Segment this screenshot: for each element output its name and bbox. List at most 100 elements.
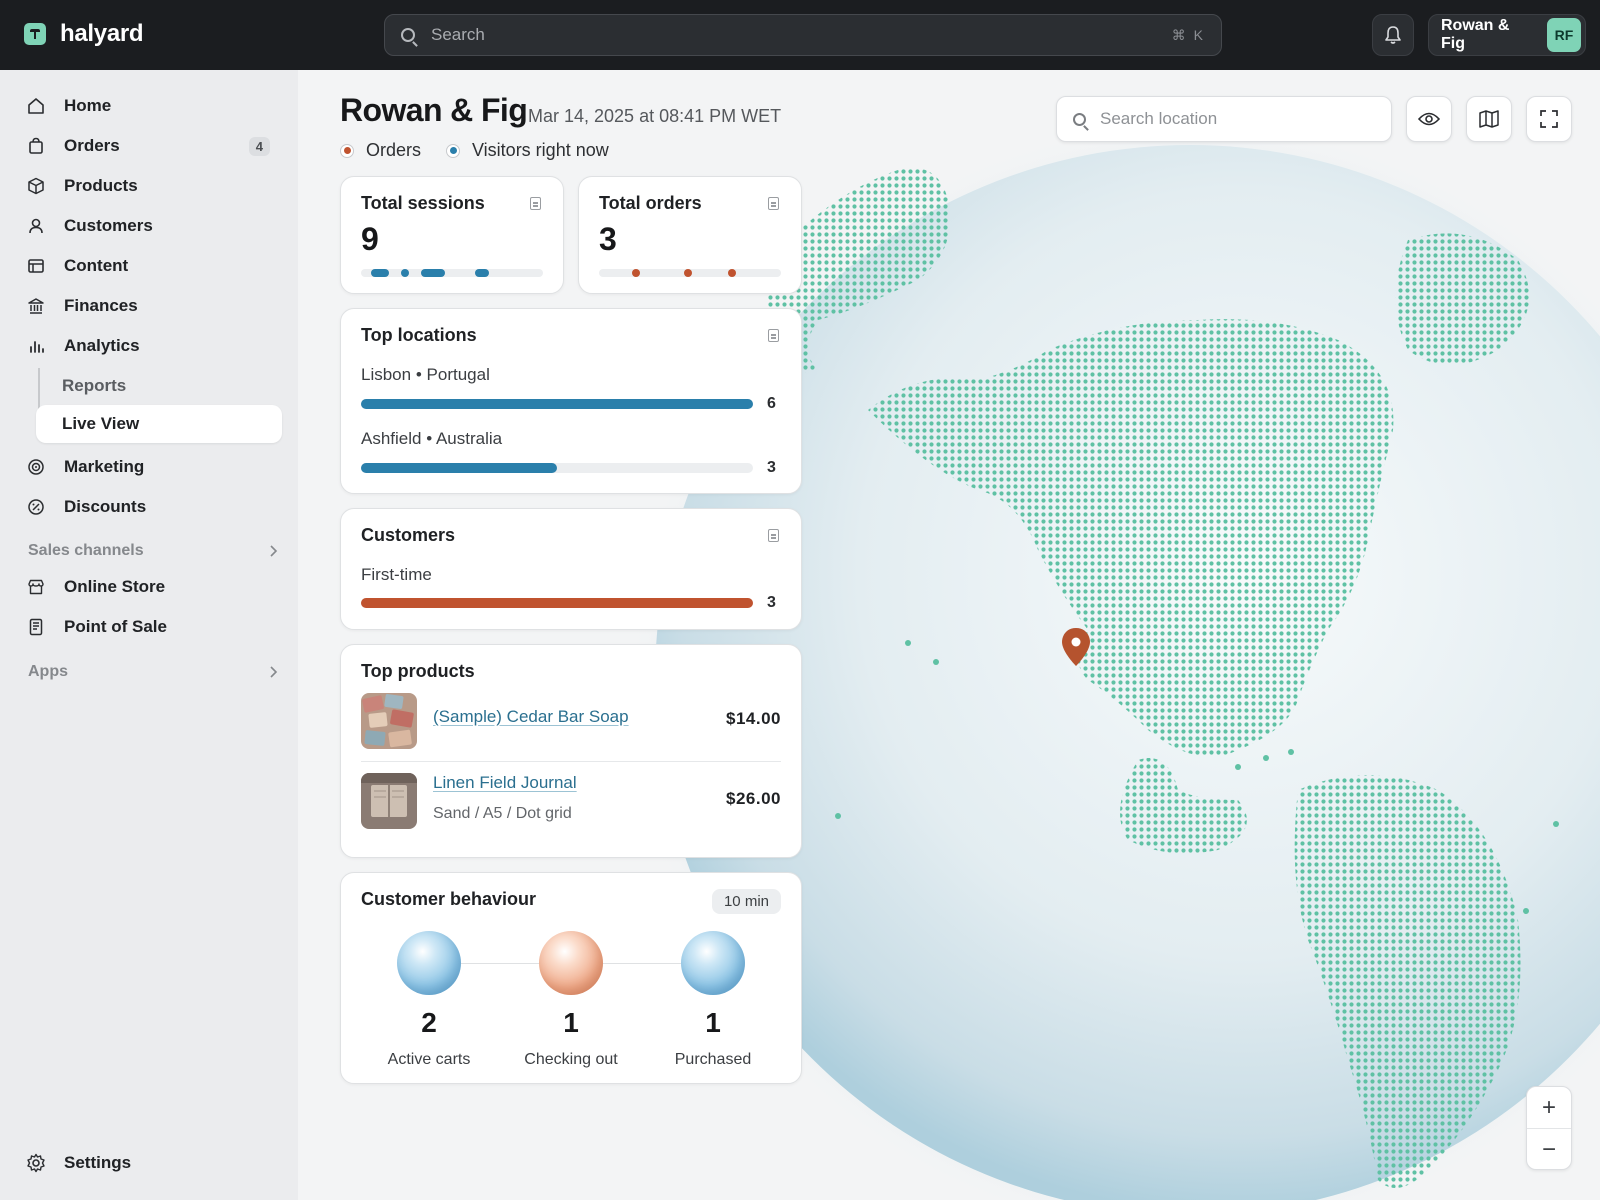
legend-orders[interactable]: Orders [340,140,421,161]
sidebar-item-analytics[interactable]: Analytics [26,327,282,365]
global-search-input[interactable]: Search ⌘ K [384,14,1222,56]
location-bar-fill [361,463,557,473]
total-sessions-card[interactable]: Total sessions 9 [340,176,564,294]
report-icon[interactable] [768,529,779,542]
location-label: Ashfield • Australia [361,429,503,448]
sidebar-item-label: Discounts [64,497,147,516]
location-search-input[interactable]: Search location [1056,96,1392,142]
product-row[interactable]: (Sample) Cedar Bar Soap $14.00 [361,687,781,757]
app-logo[interactable]: halyard [24,20,144,48]
product-variant: Sand / A5 / Dot grid [433,805,572,822]
apps-toggle[interactable]: Apps [28,663,278,681]
bar-chart-icon [26,336,46,356]
purchased-label: Purchased [674,1051,752,1068]
sparkline-mark [728,269,736,277]
sidebar-item-reports[interactable]: Reports [36,367,282,405]
location-bar-fill [361,399,753,409]
zoom-controls: + − [1526,1086,1572,1170]
zoom-out-button[interactable]: − [1527,1129,1571,1171]
time-window-badge[interactable]: 10 min [711,889,781,914]
bank-icon [26,296,46,316]
sidebar-item-label: Home [64,96,112,115]
sidebar-item-orders[interactable]: Orders 4 [26,127,282,165]
search-placeholder: Search [431,25,485,44]
sessions-sparkline [361,269,543,277]
notifications-button[interactable] [1372,14,1414,56]
product-thumbnail [361,693,417,749]
gear-icon [26,1153,46,1173]
sidebar-item-label: Content [64,256,129,275]
sidebar-item-label: Analytics [64,336,140,355]
total-orders-value: 3 [599,221,617,257]
card-title: Top locations [361,325,477,345]
home-icon [26,96,46,116]
chevron-right-icon [270,666,278,678]
orders-count-badge: 4 [248,136,270,156]
report-icon[interactable] [768,197,779,210]
total-sessions-value: 9 [361,221,379,257]
app-name: halyard [60,20,144,47]
customer-behaviour-card: Customer behaviour 10 min 2 1 1 Active c… [340,872,802,1084]
location-bar [361,399,753,409]
page-date: Mar 14, 2025 at 08:41 PM WET [528,106,782,126]
sidebar-item-products[interactable]: Products [26,167,282,205]
toggle-visibility-button[interactable] [1406,96,1452,142]
sidebar-item-marketing[interactable]: Marketing [26,448,282,486]
card-title: Total sessions [361,193,485,213]
purchased-value: 1 [705,1007,721,1038]
sidebar-item-live-view[interactable]: Live View [36,405,282,443]
logo-icon [24,23,46,45]
sparkline-mark [475,269,489,277]
active-carts-orb [397,931,461,995]
sidebar-item-settings[interactable]: Settings [26,1144,282,1182]
sidebar-item-online-store[interactable]: Online Store [26,568,282,606]
sparkline-mark [401,269,409,277]
sidebar-item-label: Finances [64,296,138,315]
active-carts-value: 2 [421,1007,437,1038]
sidebar-item-home[interactable]: Home [26,87,282,125]
customer-type-label: First-time [361,565,432,584]
sparkline-mark [684,269,692,277]
total-orders-card[interactable]: Total orders 3 [578,176,802,294]
sidebar-item-content[interactable]: Content [26,247,282,285]
card-title: Customers [361,525,456,545]
sidebar-item-customers[interactable]: Customers [26,207,282,245]
sales-channels-toggle[interactable]: Sales channels [28,542,278,560]
checking-out-orb [539,931,603,995]
search-icon [1073,112,1086,126]
purchased-orb [681,931,745,995]
sidebar: Home Orders 4 Products Customers Content… [0,70,298,1200]
card-title: Customer behaviour [361,889,537,909]
legend-visitors[interactable]: Visitors right now [446,140,609,161]
customer-value: 3 [767,594,776,611]
sales-channels-label: Sales channels [28,542,144,559]
map-view-button[interactable] [1466,96,1512,142]
report-icon[interactable] [768,329,779,342]
product-link[interactable]: (Sample) Cedar Bar Soap [433,707,629,727]
product-link[interactable]: Linen Field Journal [433,773,577,793]
checking-out-value: 1 [563,1007,579,1038]
product-row[interactable]: Linen Field Journal Sand / A5 / Dot grid… [361,767,781,837]
checking-out-label: Checking out [524,1051,618,1068]
zoom-in-button[interactable]: + [1527,1087,1571,1129]
search-icon [401,28,415,42]
sidebar-item-finances[interactable]: Finances [26,287,282,325]
product-thumbnail [361,773,417,829]
store-switcher-button[interactable]: Rowan & Fig RF [1428,14,1586,56]
location-value: 3 [767,459,776,476]
store-icon [26,577,46,597]
location-label: Lisbon • Portugal [361,365,490,384]
card-title: Top products [361,661,475,681]
sidebar-item-label: Products [64,176,138,195]
discount-icon [26,497,46,517]
bell-icon [1385,26,1401,44]
sidebar-item-point-of-sale[interactable]: Point of Sale [26,608,282,646]
store-name: Rowan & Fig [1441,17,1510,52]
location-search-placeholder: Search location [1100,109,1218,128]
fullscreen-button[interactable] [1526,96,1572,142]
report-icon[interactable] [530,197,541,210]
sidebar-item-discounts[interactable]: Discounts [26,488,282,526]
top-bar: halyard Search ⌘ K Rowan & Fig RF [0,0,1600,70]
search-shortcut: ⌘ K [1171,26,1205,43]
card-title: Total orders [599,193,702,213]
